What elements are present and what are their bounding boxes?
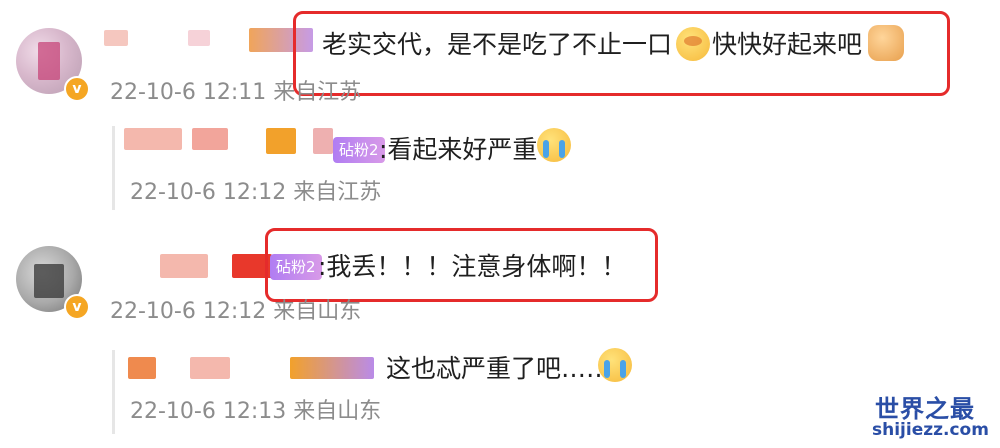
- fan-badge: 砧粉2: [333, 137, 385, 163]
- fan-badge: 砧粉2: [270, 254, 322, 280]
- username-pixelated[interactable]: [104, 30, 128, 46]
- comment-timestamp: 22-10-6 12:11 来自江苏: [110, 80, 362, 105]
- crying-face-icon: [598, 348, 632, 382]
- reply-username-pixelated: [290, 357, 374, 379]
- username-pixelated[interactable]: [160, 254, 208, 278]
- reply-timestamp: 22-10-6 12:12 来自江苏: [130, 180, 382, 205]
- reply-thread-line: [112, 350, 115, 434]
- reply-username-pixelated: [266, 128, 296, 154]
- comment-text: :我丢！！！注意身体啊！！: [318, 252, 627, 281]
- fist-icon: [868, 25, 904, 61]
- reply-username-pixelated[interactable]: [124, 128, 182, 150]
- username-pixelated: [188, 30, 210, 46]
- reply-text: 这也忒严重了吧……: [386, 354, 612, 383]
- verified-badge-icon: v: [64, 76, 90, 102]
- watermark-title: 世界之最: [875, 395, 975, 423]
- comment-text: 老实交代，是不是吃了不止一口 快快好起来吧: [322, 30, 863, 59]
- reply-username-pixelated: [190, 357, 230, 379]
- avatar-pixelated: [38, 42, 60, 80]
- reply-thread-line: [112, 126, 115, 210]
- reply-username-pixelated: [313, 128, 333, 154]
- pleading-face-icon: [676, 27, 710, 61]
- comment-timestamp: 22-10-6 12:12 来自山东: [110, 299, 362, 324]
- reply-text: :看起来好严重: [379, 135, 538, 164]
- reply-username-pixelated: [192, 128, 228, 150]
- watermark-url: shijiezz.com: [872, 420, 989, 440]
- verified-badge-icon: v: [64, 294, 90, 320]
- crying-face-icon: [537, 128, 571, 162]
- reply-timestamp: 22-10-6 12:13 来自山东: [130, 399, 382, 424]
- reply-username-pixelated[interactable]: [128, 357, 156, 379]
- avatar-pixelated: [34, 264, 64, 298]
